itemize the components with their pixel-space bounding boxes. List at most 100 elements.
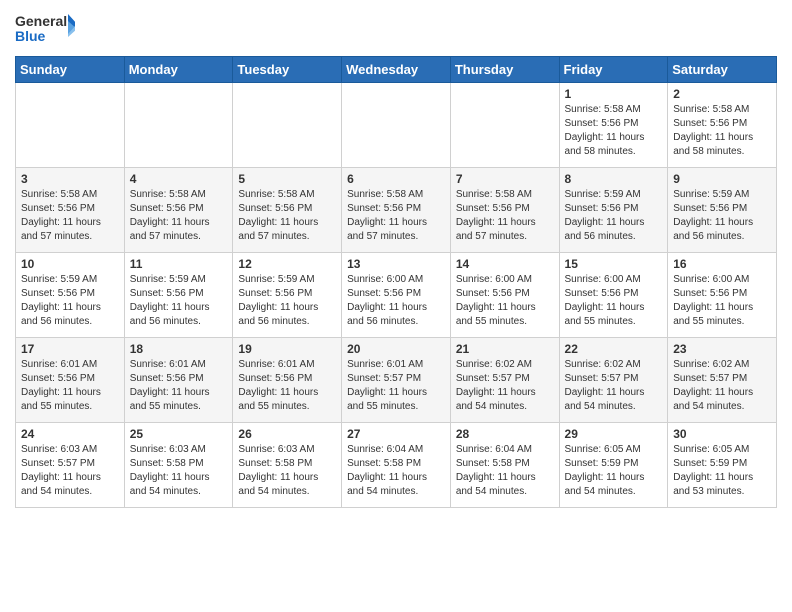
day-info: Sunrise: 5:59 AMSunset: 5:56 PMDaylight:…	[565, 188, 663, 244]
day-info: Sunrise: 6:04 AMSunset: 5:58 PMDaylight:…	[347, 443, 445, 499]
weekday-monday: Monday	[124, 57, 233, 83]
day-info: Sunrise: 5:59 AMSunset: 5:56 PMDaylight:…	[130, 273, 228, 329]
day-number: 24	[21, 427, 119, 441]
day-number: 6	[347, 172, 445, 186]
day-number: 28	[456, 427, 554, 441]
day-info: Sunrise: 6:00 AMSunset: 5:56 PMDaylight:…	[565, 273, 663, 329]
day-info: Sunrise: 5:58 AMSunset: 5:56 PMDaylight:…	[456, 188, 554, 244]
calendar-cell: 28 Sunrise: 6:04 AMSunset: 5:58 PMDayligh…	[450, 423, 559, 508]
day-number: 18	[130, 342, 228, 356]
day-number: 26	[238, 427, 336, 441]
calendar-cell	[233, 83, 342, 168]
day-info: Sunrise: 6:01 AMSunset: 5:57 PMDaylight:…	[347, 358, 445, 414]
day-number: 25	[130, 427, 228, 441]
day-number: 5	[238, 172, 336, 186]
day-number: 13	[347, 257, 445, 271]
calendar-cell	[342, 83, 451, 168]
calendar-cell: 1 Sunrise: 5:58 AMSunset: 5:56 PMDaylight…	[559, 83, 668, 168]
day-info: Sunrise: 6:02 AMSunset: 5:57 PMDaylight:…	[565, 358, 663, 414]
day-number: 7	[456, 172, 554, 186]
calendar-cell: 30 Sunrise: 6:05 AMSunset: 5:59 PMDayligh…	[668, 423, 777, 508]
calendar-cell	[450, 83, 559, 168]
calendar-cell: 24 Sunrise: 6:03 AMSunset: 5:57 PMDayligh…	[16, 423, 125, 508]
day-info: Sunrise: 6:01 AMSunset: 5:56 PMDaylight:…	[21, 358, 119, 414]
day-info: Sunrise: 5:58 AMSunset: 5:56 PMDaylight:…	[130, 188, 228, 244]
weekday-tuesday: Tuesday	[233, 57, 342, 83]
calendar-cell: 17 Sunrise: 6:01 AMSunset: 5:56 PMDayligh…	[16, 338, 125, 423]
weekday-thursday: Thursday	[450, 57, 559, 83]
day-info: Sunrise: 6:00 AMSunset: 5:56 PMDaylight:…	[347, 273, 445, 329]
day-number: 4	[130, 172, 228, 186]
weekday-friday: Friday	[559, 57, 668, 83]
calendar-cell: 25Sunrise: 6:03 AMSunset: 5:58 PMDayligh…	[124, 423, 233, 508]
day-info: Sunrise: 6:05 AMSunset: 5:59 PMDaylight:…	[673, 443, 771, 499]
weekday-header-row: SundayMondayTuesdayWednesdayThursdayFrid…	[16, 57, 777, 83]
calendar-cell: 4 Sunrise: 5:58 AMSunset: 5:56 PMDaylight…	[124, 168, 233, 253]
calendar-cell: 14Sunrise: 6:00 AMSunset: 5:56 PMDayligh…	[450, 253, 559, 338]
day-number: 11	[130, 257, 228, 271]
day-info: Sunrise: 5:59 AMSunset: 5:56 PMDaylight:…	[21, 273, 119, 329]
day-number: 20	[347, 342, 445, 356]
day-number: 3	[21, 172, 119, 186]
day-number: 17	[21, 342, 119, 356]
calendar-cell: 3 Sunrise: 5:58 AMSunset: 5:56 PMDaylight…	[16, 168, 125, 253]
week-row-1: 1 Sunrise: 5:58 AMSunset: 5:56 PMDaylight…	[16, 83, 777, 168]
day-info: Sunrise: 6:02 AMSunset: 5:57 PMDaylight:…	[456, 358, 554, 414]
calendar: SundayMondayTuesdayWednesdayThursdayFrid…	[15, 56, 777, 508]
calendar-cell: 8 Sunrise: 5:59 AMSunset: 5:56 PMDaylight…	[559, 168, 668, 253]
day-number: 22	[565, 342, 663, 356]
day-number: 27	[347, 427, 445, 441]
day-info: Sunrise: 6:03 AMSunset: 5:58 PMDaylight:…	[238, 443, 336, 499]
calendar-cell: 27 Sunrise: 6:04 AMSunset: 5:58 PMDayligh…	[342, 423, 451, 508]
day-number: 10	[21, 257, 119, 271]
day-info: Sunrise: 6:02 AMSunset: 5:57 PMDaylight:…	[673, 358, 771, 414]
header: General Blue	[15, 10, 777, 48]
day-info: Sunrise: 6:01 AMSunset: 5:56 PMDaylight:…	[130, 358, 228, 414]
calendar-cell: 20 Sunrise: 6:01 AMSunset: 5:57 PMDayligh…	[342, 338, 451, 423]
day-info: Sunrise: 5:58 AMSunset: 5:56 PMDaylight:…	[347, 188, 445, 244]
day-number: 29	[565, 427, 663, 441]
calendar-cell: 12 Sunrise: 5:59 AMSunset: 5:56 PMDayligh…	[233, 253, 342, 338]
calendar-cell: 2 Sunrise: 5:58 AMSunset: 5:56 PMDaylight…	[668, 83, 777, 168]
calendar-cell: 19Sunrise: 6:01 AMSunset: 5:56 PMDayligh…	[233, 338, 342, 423]
calendar-cell: 29Sunrise: 6:05 AMSunset: 5:59 PMDayligh…	[559, 423, 668, 508]
day-number: 8	[565, 172, 663, 186]
day-number: 12	[238, 257, 336, 271]
calendar-cell: 26 Sunrise: 6:03 AMSunset: 5:58 PMDayligh…	[233, 423, 342, 508]
calendar-cell: 9 Sunrise: 5:59 AMSunset: 5:56 PMDaylight…	[668, 168, 777, 253]
day-info: Sunrise: 6:00 AMSunset: 5:56 PMDaylight:…	[456, 273, 554, 329]
calendar-cell: 23 Sunrise: 6:02 AMSunset: 5:57 PMDayligh…	[668, 338, 777, 423]
day-info: Sunrise: 5:58 AMSunset: 5:56 PMDaylight:…	[673, 103, 771, 159]
day-info: Sunrise: 6:03 AMSunset: 5:57 PMDaylight:…	[21, 443, 119, 499]
calendar-cell	[124, 83, 233, 168]
calendar-cell	[16, 83, 125, 168]
day-number: 9	[673, 172, 771, 186]
day-info: Sunrise: 5:58 AMSunset: 5:56 PMDaylight:…	[238, 188, 336, 244]
day-number: 21	[456, 342, 554, 356]
calendar-cell: 22 Sunrise: 6:02 AMSunset: 5:57 PMDayligh…	[559, 338, 668, 423]
day-info: Sunrise: 5:58 AMSunset: 5:56 PMDaylight:…	[21, 188, 119, 244]
day-number: 1	[565, 87, 663, 101]
day-number: 15	[565, 257, 663, 271]
day-info: Sunrise: 6:00 AMSunset: 5:56 PMDaylight:…	[673, 273, 771, 329]
day-number: 30	[673, 427, 771, 441]
day-info: Sunrise: 5:58 AMSunset: 5:56 PMDaylight:…	[565, 103, 663, 159]
page: General Blue SundayMondayTuesdayWednesda…	[0, 0, 792, 523]
day-number: 2	[673, 87, 771, 101]
svg-text:Blue: Blue	[15, 28, 46, 44]
day-info: Sunrise: 5:59 AMSunset: 5:56 PMDaylight:…	[238, 273, 336, 329]
calendar-cell: 16 Sunrise: 6:00 AMSunset: 5:56 PMDayligh…	[668, 253, 777, 338]
week-row-5: 24 Sunrise: 6:03 AMSunset: 5:57 PMDayligh…	[16, 423, 777, 508]
weekday-sunday: Sunday	[16, 57, 125, 83]
calendar-cell: 10 Sunrise: 5:59 AMSunset: 5:56 PMDayligh…	[16, 253, 125, 338]
day-number: 16	[673, 257, 771, 271]
logo-svg: General Blue	[15, 10, 75, 48]
calendar-cell: 7 Sunrise: 5:58 AMSunset: 5:56 PMDaylight…	[450, 168, 559, 253]
logo: General Blue	[15, 10, 75, 48]
day-info: Sunrise: 5:59 AMSunset: 5:56 PMDaylight:…	[673, 188, 771, 244]
calendar-cell: 13 Sunrise: 6:00 AMSunset: 5:56 PMDayligh…	[342, 253, 451, 338]
day-number: 23	[673, 342, 771, 356]
calendar-cell: 18 Sunrise: 6:01 AMSunset: 5:56 PMDayligh…	[124, 338, 233, 423]
week-row-4: 17 Sunrise: 6:01 AMSunset: 5:56 PMDayligh…	[16, 338, 777, 423]
day-info: Sunrise: 6:04 AMSunset: 5:58 PMDaylight:…	[456, 443, 554, 499]
